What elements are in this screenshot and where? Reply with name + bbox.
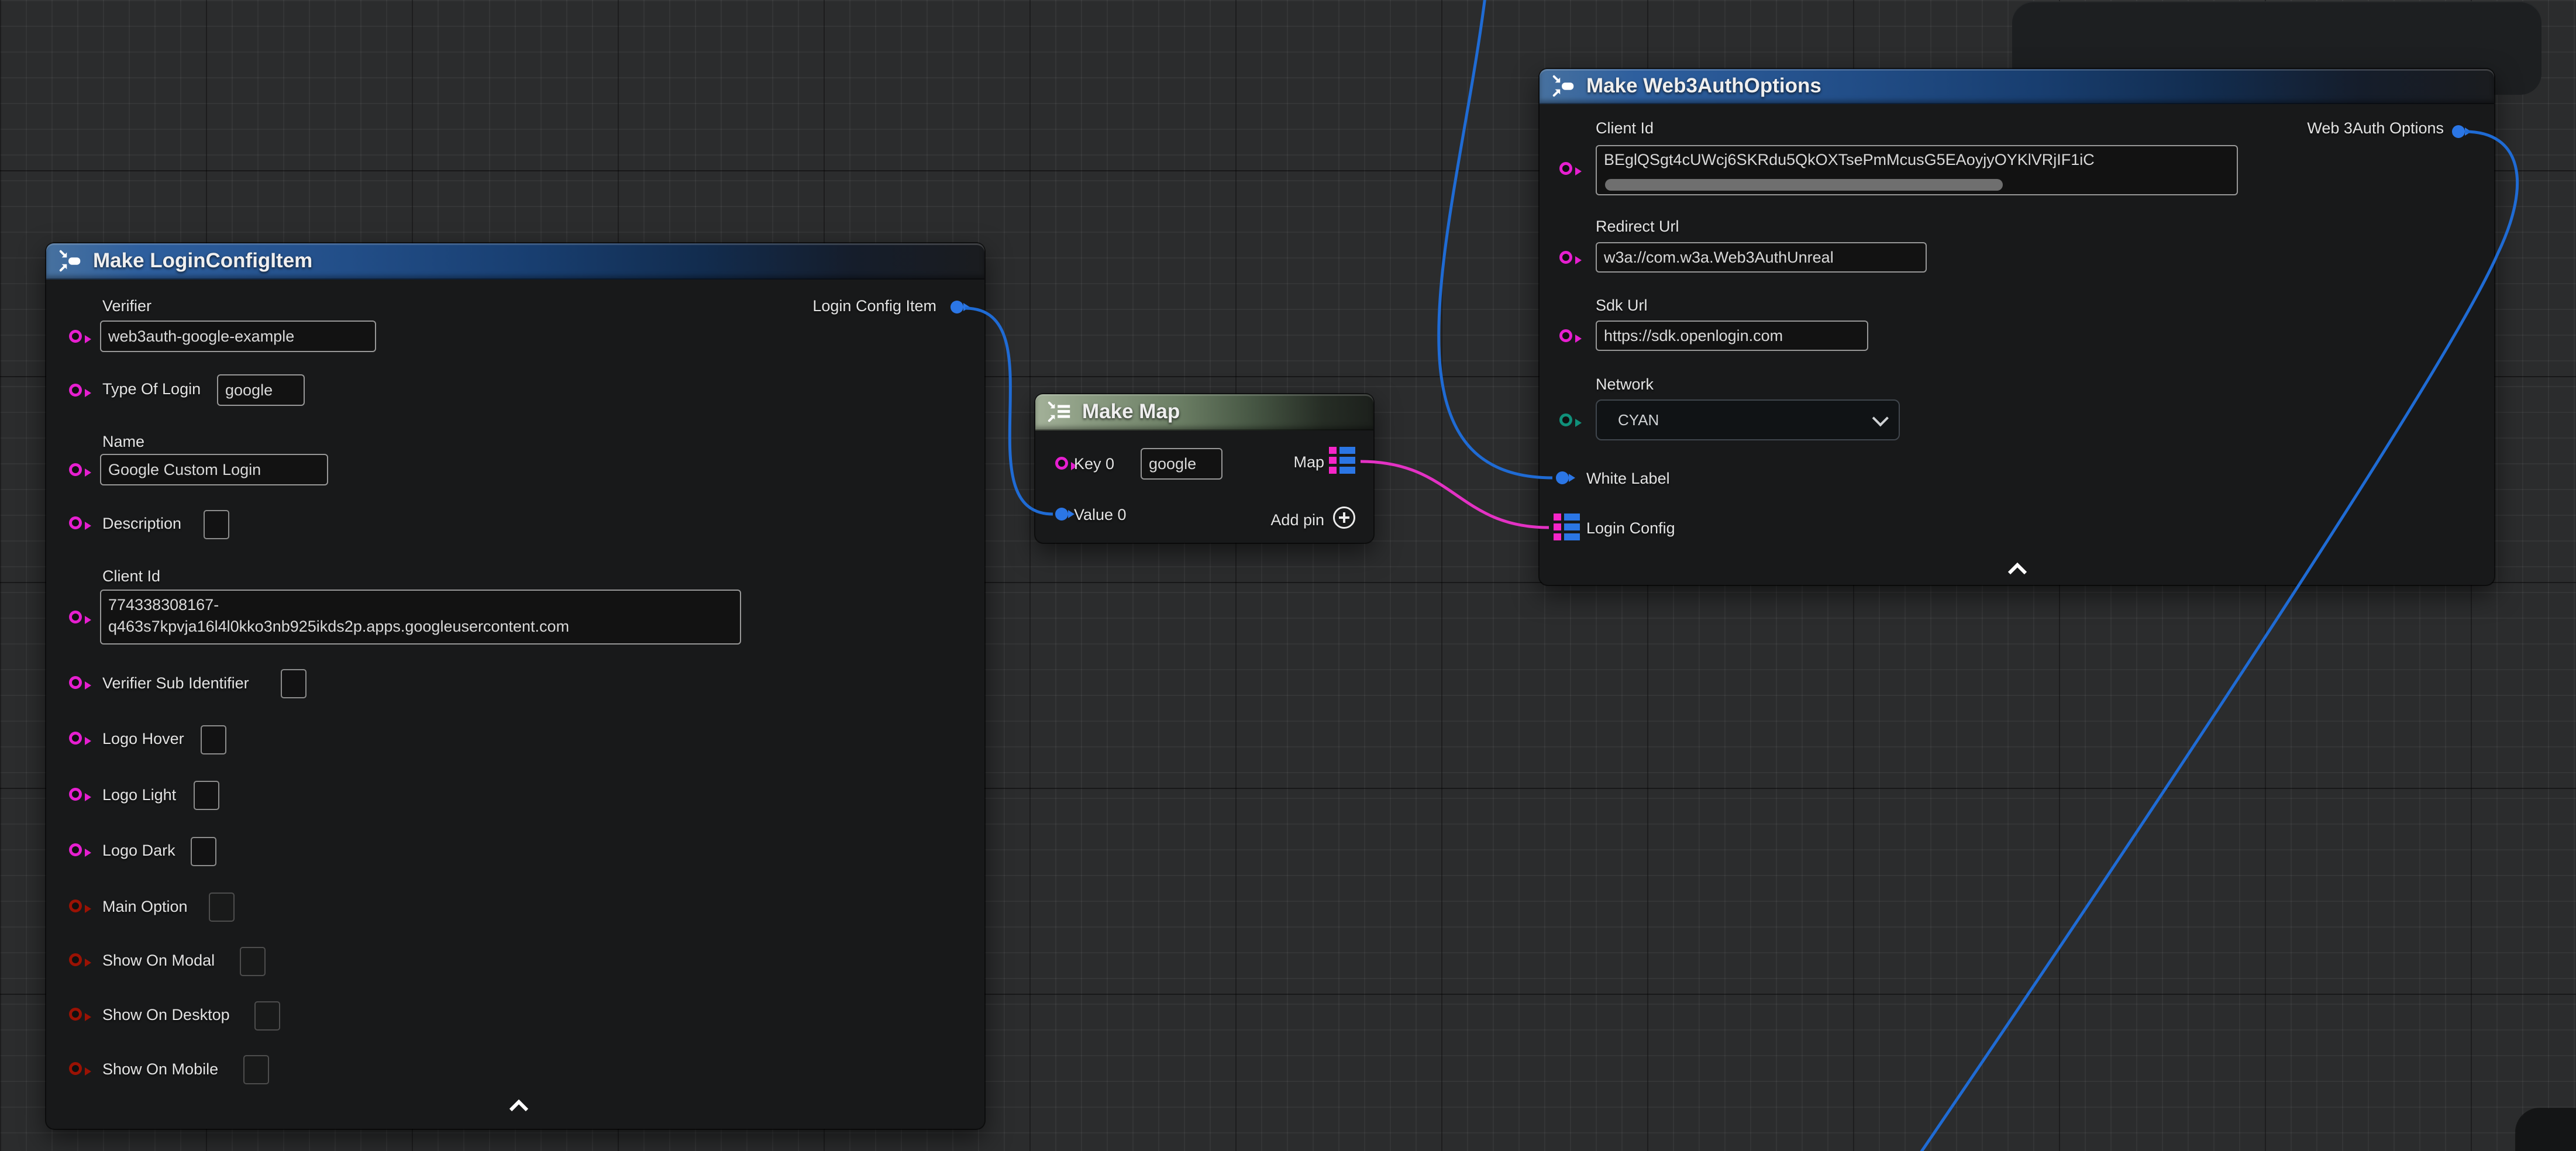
pin-label-key-0: Key 0 <box>1074 455 1114 473</box>
input-pin-login-config[interactable] <box>1554 514 1580 540</box>
pin-label-name: Name <box>102 433 144 451</box>
node-header[interactable]: Make Map <box>1035 394 1373 430</box>
output-pin-map[interactable] <box>1329 447 1355 474</box>
input-pin-description[interactable] <box>69 516 82 529</box>
input-pin-logo-dark[interactable] <box>69 843 82 856</box>
pin-label-verifier-sub-identifier: Verifier Sub Identifier <box>102 674 249 692</box>
verifier-field[interactable]: web3auth-google-example <box>100 321 376 352</box>
input-pin-value-0[interactable] <box>1055 508 1068 521</box>
network-value: CYAN <box>1618 411 1659 429</box>
pin-label-network: Network <box>1596 375 1654 394</box>
node-make-web3authoptions[interactable]: Make Web3AuthOptions Web 3Auth Options C… <box>1540 69 2494 585</box>
wire-top-to-whitelabel[interactable] <box>1439 0 1552 478</box>
input-pin-type-of-login[interactable] <box>69 384 82 397</box>
description-field[interactable] <box>204 510 229 539</box>
pin-label-show-on-desktop: Show On Desktop <box>102 1006 230 1024</box>
main-option-checkbox[interactable] <box>209 892 235 922</box>
pin-label-client-id: Client Id <box>1596 119 1654 137</box>
key-0-field[interactable]: google <box>1141 448 1222 480</box>
make-struct-icon <box>1550 73 1577 99</box>
client-id-line2: q463s7kpvja16l4l0kko3nb925ikds2p.apps.go… <box>108 616 733 637</box>
input-pin-verifier-sub-identifier[interactable] <box>69 676 82 689</box>
chevron-down-icon <box>1872 410 1889 426</box>
node-title: Make Web3AuthOptions <box>1586 74 1821 98</box>
input-pin-sdk-url[interactable] <box>1559 329 1572 342</box>
make-map-icon <box>1046 398 1073 425</box>
node-title: Make LoginConfigItem <box>93 249 312 273</box>
show-on-mobile-checkbox[interactable] <box>243 1055 269 1084</box>
add-pin-button[interactable] <box>1333 506 1355 529</box>
sdk-url-field[interactable]: https://sdk.openlogin.com <box>1596 321 1868 351</box>
wire-map-to-loginconfig[interactable] <box>1361 461 1549 528</box>
input-pin-verifier[interactable] <box>69 330 82 343</box>
client-id-field[interactable]: BEglQSgt4cUWcj6SKRdu5QkOXTsePmMcusG5EAoy… <box>1596 145 2238 195</box>
verifier-sub-identifier-field[interactable] <box>281 669 306 698</box>
pin-label-client-id: Client Id <box>102 567 160 585</box>
output-pin-web-3auth-options[interactable] <box>2452 125 2465 138</box>
pin-label-value-0: Value 0 <box>1074 506 1127 524</box>
pin-label-web-3auth-options: Web 3Auth Options <box>2307 119 2444 137</box>
input-pin-main-option[interactable] <box>69 900 82 912</box>
pin-label-map: Map <box>1293 453 1324 471</box>
pin-label-show-on-modal: Show On Modal <box>102 952 215 970</box>
redirect-url-field[interactable]: w3a://com.w3a.Web3AuthUnreal <box>1596 242 1927 273</box>
logo-hover-field[interactable] <box>201 725 226 754</box>
output-pin-login-config-item[interactable] <box>950 301 963 313</box>
node-header[interactable]: Make Web3AuthOptions <box>1540 69 2494 104</box>
pin-label-description: Description <box>102 515 181 533</box>
logo-light-field[interactable] <box>194 781 219 810</box>
input-pin-show-on-modal[interactable] <box>69 953 82 966</box>
pin-label-show-on-mobile: Show On Mobile <box>102 1060 218 1078</box>
client-id-line1: 774338308167- <box>108 594 733 616</box>
name-field[interactable]: Google Custom Login <box>100 454 328 485</box>
blueprint-canvas[interactable]: Make LoginConfigItem Login Config Item V… <box>0 0 2576 1151</box>
input-pin-client-id[interactable] <box>1559 162 1572 175</box>
node-title: Make Map <box>1082 400 1180 423</box>
pin-label-logo-dark: Logo Dark <box>102 842 175 860</box>
pin-label-type-of-login: Type Of Login <box>102 380 201 398</box>
pin-label-sdk-url: Sdk Url <box>1596 297 1648 315</box>
collapse-node-button[interactable] <box>2006 561 2029 577</box>
collapse-node-button[interactable] <box>507 1098 531 1114</box>
input-pin-show-on-mobile[interactable] <box>69 1062 82 1075</box>
client-id-field[interactable]: 774338308167- q463s7kpvja16l4l0kko3nb925… <box>100 590 741 645</box>
add-pin-label: Add pin <box>1270 511 1324 529</box>
input-pin-logo-light[interactable] <box>69 788 82 801</box>
client-id-value: BEglQSgt4cUWcj6SKRdu5QkOXTsePmMcusG5EAoy… <box>1604 151 2095 169</box>
make-struct-icon <box>57 247 84 274</box>
input-pin-redirect-url[interactable] <box>1559 251 1572 264</box>
type-of-login-field[interactable]: google <box>217 374 305 406</box>
node-make-loginconfigitem[interactable]: Make LoginConfigItem Login Config Item V… <box>46 243 984 1129</box>
input-pin-client-id[interactable] <box>69 611 82 623</box>
logo-dark-field[interactable] <box>191 837 216 866</box>
pin-label-main-option: Main Option <box>102 898 188 916</box>
input-pin-network[interactable] <box>1559 413 1572 426</box>
show-on-desktop-checkbox[interactable] <box>254 1001 280 1031</box>
pin-label-white-label: White Label <box>1586 470 1670 488</box>
offscreen-node-bottom-right <box>2516 1109 2576 1151</box>
network-dropdown[interactable]: CYAN <box>1596 399 1900 440</box>
show-on-modal-checkbox[interactable] <box>240 947 266 976</box>
input-pin-logo-hover[interactable] <box>69 732 82 745</box>
pin-label-login-config-item: Login Config Item <box>812 297 936 315</box>
pin-label-logo-light: Logo Light <box>102 786 176 804</box>
node-make-map[interactable]: Make Map Key 0 google Map Value 0 Add pi… <box>1035 394 1373 543</box>
pin-label-logo-hover: Logo Hover <box>102 730 184 748</box>
input-pin-show-on-desktop[interactable] <box>69 1008 82 1021</box>
input-pin-name[interactable] <box>69 463 82 476</box>
pin-label-verifier: Verifier <box>102 297 151 315</box>
node-header[interactable]: Make LoginConfigItem <box>46 243 984 280</box>
input-pin-key-0[interactable] <box>1055 457 1068 470</box>
pin-label-login-config: Login Config <box>1586 519 1675 537</box>
input-pin-white-label[interactable] <box>1556 471 1569 484</box>
pin-label-redirect-url: Redirect Url <box>1596 218 1679 236</box>
client-id-scrollbar[interactable] <box>1605 179 2003 191</box>
